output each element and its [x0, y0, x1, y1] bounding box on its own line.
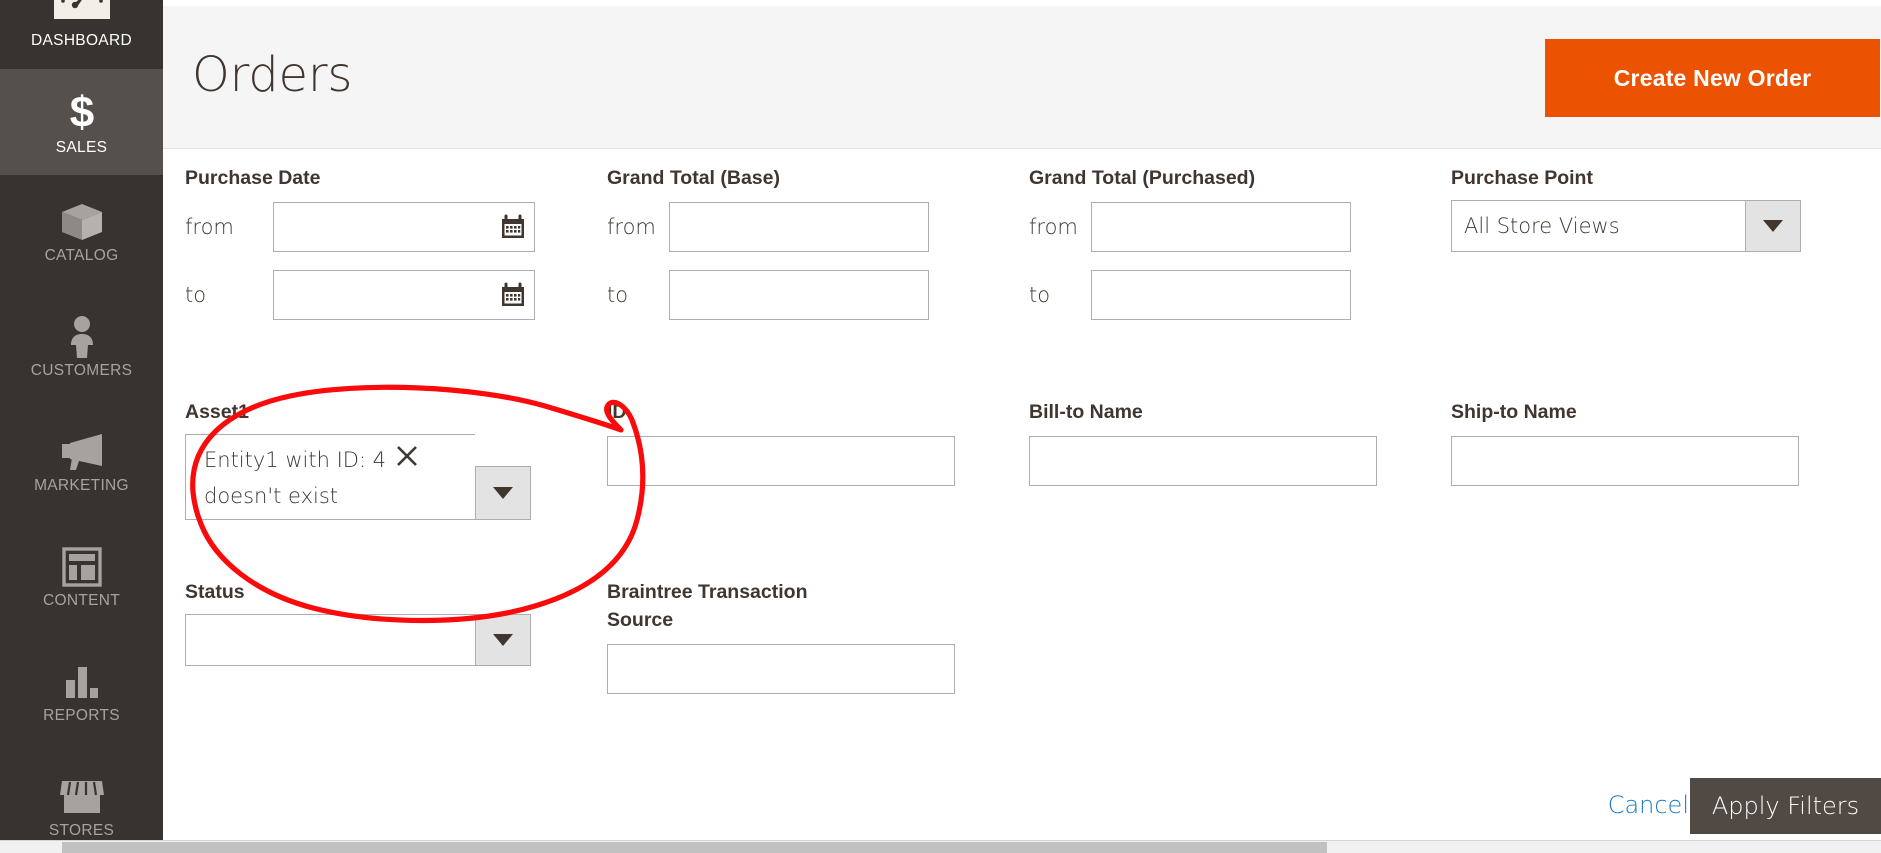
scroll-left-arrow[interactable] [0, 841, 14, 853]
sidebar-item-reports[interactable]: REPORTS [0, 635, 163, 750]
range-prefix-to: to [185, 283, 207, 307]
sidebar-item-dashboard[interactable]: DASHBOARD [0, 0, 163, 69]
sidebar-item-marketing[interactable]: MARKETING [0, 405, 163, 520]
admin-page: DASHBOARD $ SALES CATALOG CUSTOMERS MARK… [0, 0, 1881, 853]
filter-braintree-transaction-source: Braintree Transaction Source [607, 578, 955, 694]
filter-bill-to-name: Bill-to Name [1029, 398, 1377, 486]
dollar-icon: $ [0, 87, 163, 139]
purchase-point-select[interactable]: All Store Views [1451, 200, 1801, 252]
filter-label: ID [607, 401, 627, 423]
range-prefix-from: from [607, 215, 656, 239]
filters-footer: Cancel Apply Filters [163, 778, 1881, 840]
main-navigation-sidebar: DASHBOARD $ SALES CATALOG CUSTOMERS MARK… [0, 0, 163, 840]
purchase-date-from-input[interactable] [273, 202, 535, 252]
grand-total-base-to-input[interactable] [669, 270, 929, 320]
filters-panel: Purchase Date from to Grand Total (Base)… [163, 150, 1881, 840]
filter-label: Status [185, 581, 245, 603]
range-prefix-to: to [607, 283, 629, 307]
filter-id: ID [607, 398, 955, 486]
scrollbar-thumb[interactable] [62, 842, 1327, 853]
filter-purchase-date: Purchase Date from to [185, 164, 535, 320]
box-icon [0, 197, 163, 247]
storefront-icon [0, 772, 163, 822]
sidebar-item-label: STORES [48, 822, 115, 839]
bill-to-name-input[interactable] [1029, 436, 1377, 486]
person-icon [0, 312, 163, 362]
sidebar-item-content[interactable]: CONTENT [0, 520, 163, 635]
grand-total-purchased-from-row: from [1029, 202, 1351, 252]
sidebar-item-label: REPORTS [43, 707, 120, 724]
filter-label: Bill-to Name [1029, 401, 1143, 423]
page-header: Orders Create New Order [163, 6, 1881, 149]
asset1-selected-line1: Entity1 with ID: 4 [204, 448, 387, 472]
filter-purchase-point: Purchase Point All Store Views [1451, 164, 1801, 252]
purchase-date-to-wrap [273, 270, 535, 320]
cancel-button[interactable]: Cancel [1608, 791, 1689, 819]
range-prefix-from: from [185, 215, 234, 239]
braintree-transaction-source-input[interactable] [607, 644, 955, 694]
grand-total-purchased-to-input[interactable] [1091, 270, 1351, 320]
calendar-icon-from-button[interactable] [499, 213, 527, 241]
purchase-date-from-row: from [185, 202, 535, 252]
dashboard-icon [0, 0, 163, 22]
chevron-down-icon[interactable] [475, 466, 531, 520]
calendar-icon-to-button[interactable] [499, 281, 527, 309]
filter-label: Braintree Transaction Source [607, 581, 808, 631]
apply-filters-button[interactable]: Apply Filters [1690, 778, 1881, 834]
asset1-select[interactable]: Entity1 with ID: 4 doesn't exist [185, 434, 531, 520]
calendar-icon [502, 282, 524, 306]
sidebar-item-label: CUSTOMERS [30, 362, 133, 379]
grand-total-base-from-row: from [607, 202, 929, 252]
layout-icon [0, 542, 163, 592]
asset1-selected-line2: doesn't exist [204, 484, 339, 508]
sidebar-item-sales[interactable]: $ SALES [0, 69, 163, 175]
close-icon[interactable] [394, 443, 420, 479]
chevron-down-icon[interactable] [475, 614, 531, 666]
status-select[interactable] [185, 614, 531, 666]
sidebar-item-label: SALES [55, 139, 108, 156]
id-input[interactable] [607, 436, 955, 486]
purchase-date-from-wrap [273, 202, 535, 252]
grand-total-base-from-input[interactable] [669, 202, 929, 252]
sidebar-item-catalog[interactable]: CATALOG [0, 175, 163, 290]
grand-total-base-to-row: to [607, 270, 929, 320]
sidebar-item-customers[interactable]: CUSTOMERS [0, 290, 163, 405]
chevron-down-icon[interactable] [1745, 200, 1801, 252]
sidebar-item-label: MARKETING [34, 477, 129, 494]
filter-label: Grand Total (Base) [607, 167, 780, 189]
sidebar-item-label: CONTENT [42, 592, 120, 609]
purchase-date-to-input[interactable] [273, 270, 535, 320]
horizontal-scrollbar[interactable] [0, 840, 1881, 853]
megaphone-icon [0, 427, 163, 477]
purchase-date-to-row: to [185, 270, 535, 320]
page-title: Orders [192, 47, 353, 103]
ship-to-name-input[interactable] [1451, 436, 1799, 486]
filter-asset1: Asset1 Entity1 with ID: 4 doesn't exist [185, 398, 531, 520]
filter-status: Status [185, 578, 531, 666]
status-value [185, 614, 475, 666]
asset1-selected-value: Entity1 with ID: 4 doesn't exist [185, 434, 475, 520]
filter-grand-total-base: Grand Total (Base) from to [607, 164, 929, 320]
sidebar-item-label: DASHBOARD [31, 32, 132, 49]
filter-label: Purchase Date [185, 167, 321, 189]
grand-total-purchased-from-input[interactable] [1091, 202, 1351, 252]
filter-label: Purchase Point [1451, 167, 1593, 189]
filter-label: Asset1 [185, 401, 249, 423]
range-prefix-from: from [1029, 215, 1078, 239]
purchase-point-value: All Store Views [1451, 200, 1745, 252]
calendar-icon [502, 214, 524, 238]
range-prefix-to: to [1029, 283, 1051, 307]
grand-total-purchased-to-row: to [1029, 270, 1351, 320]
filter-grand-total-purchased: Grand Total (Purchased) from to [1029, 164, 1351, 320]
sidebar-item-stores[interactable]: STORES [0, 750, 163, 840]
filter-ship-to-name: Ship-to Name [1451, 398, 1799, 486]
filter-label: Grand Total (Purchased) [1029, 167, 1256, 189]
create-new-order-button[interactable]: Create New Order [1545, 39, 1880, 117]
filter-label: Ship-to Name [1451, 401, 1577, 423]
svg-text:$: $ [69, 89, 93, 137]
bar-chart-icon [0, 657, 163, 707]
sidebar-item-label: CATALOG [44, 247, 119, 264]
